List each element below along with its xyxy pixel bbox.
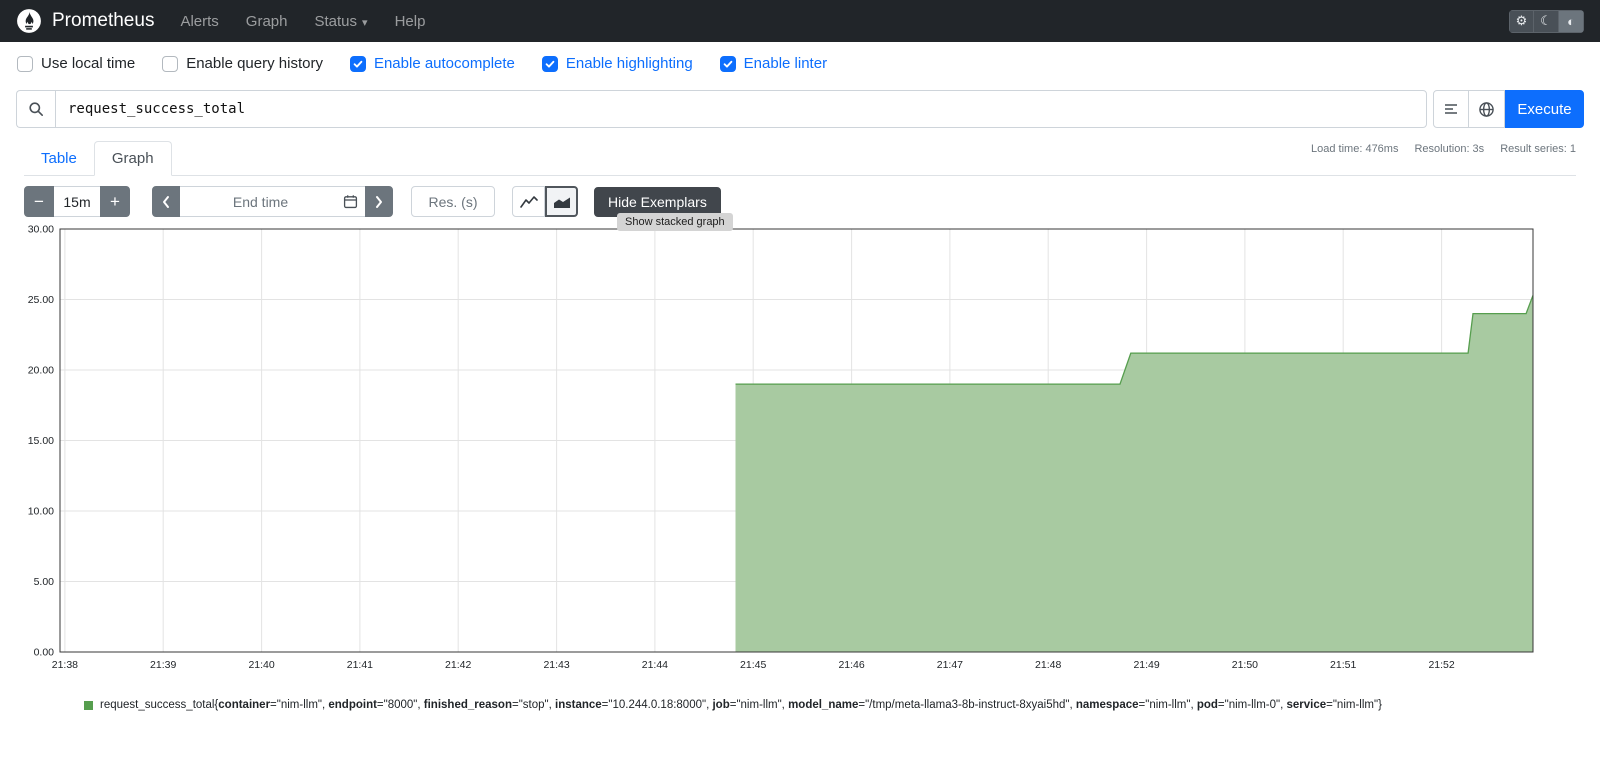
svg-text:21:47: 21:47 bbox=[937, 659, 963, 671]
range-input[interactable]: 15m bbox=[54, 186, 100, 217]
svg-text:30.00: 30.00 bbox=[28, 225, 54, 236]
svg-text:21:44: 21:44 bbox=[642, 659, 668, 671]
checkbox-box bbox=[720, 56, 736, 72]
checkbox-label: Use local time bbox=[41, 55, 135, 72]
checkbox-box bbox=[162, 56, 178, 72]
legend-item[interactable]: request_success_total{container="nim-llm… bbox=[100, 699, 1382, 711]
highlighting-checkbox[interactable]: Enable highlighting bbox=[542, 55, 693, 72]
shift-time-forward-button[interactable] bbox=[365, 186, 393, 217]
svg-text:21:46: 21:46 bbox=[838, 659, 864, 671]
svg-text:21:49: 21:49 bbox=[1133, 659, 1159, 671]
app-title[interactable]: Prometheus bbox=[52, 10, 154, 32]
nav-item-alerts[interactable]: Alerts bbox=[180, 13, 218, 30]
contrast-icon: ◐ bbox=[1567, 14, 1575, 29]
checkbox-label: Enable query history bbox=[186, 55, 323, 72]
linter-checkbox[interactable]: Enable linter bbox=[720, 55, 827, 72]
moon-icon: ☾ bbox=[1540, 13, 1552, 29]
svg-text:10.00: 10.00 bbox=[28, 506, 54, 518]
checkbox-box bbox=[350, 56, 366, 72]
resolution-input[interactable] bbox=[411, 186, 495, 217]
svg-text:5.00: 5.00 bbox=[34, 576, 55, 588]
query-bar: Execute bbox=[16, 90, 1584, 128]
stacked-graph-tooltip: Show stacked graph bbox=[617, 213, 733, 231]
svg-text:21:39: 21:39 bbox=[150, 659, 176, 671]
query-expression-input[interactable] bbox=[55, 90, 1427, 128]
svg-text:21:43: 21:43 bbox=[543, 659, 569, 671]
chevron-left-icon bbox=[161, 195, 171, 209]
time-series-chart[interactable]: 21:38 21:39 21:40 21:41 21:42 21:43 21:44 21:45… bbox=[24, 225, 1576, 685]
line-graph-toggle[interactable] bbox=[512, 186, 545, 217]
check-icon bbox=[722, 58, 734, 70]
line-chart-icon bbox=[520, 195, 538, 209]
svg-text:25.00: 25.00 bbox=[28, 294, 54, 306]
svg-text:21:48: 21:48 bbox=[1035, 659, 1061, 671]
query-buttons: Execute bbox=[1433, 90, 1584, 128]
graph-controls: − 15m + Hide Exemplars Show stacked grap… bbox=[24, 186, 1576, 217]
svg-text:21:45: 21:45 bbox=[740, 659, 766, 671]
load-time: Load time: 476ms bbox=[1311, 143, 1398, 155]
check-icon bbox=[352, 58, 364, 70]
main-nav: Alerts Graph Status ▾ Help bbox=[180, 13, 452, 30]
end-time-wrap bbox=[180, 186, 365, 217]
range-group: − 15m + bbox=[24, 186, 130, 217]
checkbox-label: Enable autocomplete bbox=[374, 55, 515, 72]
svg-text:21:51: 21:51 bbox=[1330, 659, 1356, 671]
use-local-time-checkbox[interactable]: Use local time bbox=[17, 55, 135, 72]
autocomplete-checkbox[interactable]: Enable autocomplete bbox=[350, 55, 515, 72]
svg-text:0.00: 0.00 bbox=[34, 647, 55, 659]
search-addon bbox=[16, 90, 55, 128]
nav-item-help[interactable]: Help bbox=[395, 13, 426, 30]
decrease-range-button[interactable]: − bbox=[24, 186, 54, 217]
auto-theme-button[interactable]: ◐ bbox=[1559, 10, 1584, 33]
settings-button[interactable]: ⚙ bbox=[1509, 10, 1534, 33]
globe-icon bbox=[1478, 101, 1495, 118]
checkbox-box bbox=[17, 56, 33, 72]
hide-exemplars-button[interactable]: Hide Exemplars bbox=[594, 187, 721, 217]
increase-range-button[interactable]: + bbox=[100, 186, 130, 217]
check-icon bbox=[544, 58, 556, 70]
resolution: Resolution: 3s bbox=[1414, 143, 1484, 155]
checkbox-label: Enable linter bbox=[744, 55, 827, 72]
nav-item-graph[interactable]: Graph bbox=[246, 13, 288, 30]
list-options-icon bbox=[1443, 101, 1459, 117]
svg-text:20.00: 20.00 bbox=[28, 365, 54, 377]
query-options-button[interactable] bbox=[1433, 90, 1469, 128]
legend: request_success_total{container="nim-llm… bbox=[84, 699, 1576, 711]
svg-text:21:52: 21:52 bbox=[1428, 659, 1454, 671]
checkbox-label: Enable highlighting bbox=[566, 55, 693, 72]
graph-type-toggle bbox=[512, 186, 578, 217]
end-time-group bbox=[152, 186, 393, 217]
top-navbar: Prometheus Alerts Graph Status ▾ Help ⚙ ☾… bbox=[0, 0, 1600, 42]
tab-table[interactable]: Table bbox=[24, 142, 94, 175]
legend-swatch bbox=[84, 701, 93, 710]
query-history-checkbox[interactable]: Enable query history bbox=[162, 55, 323, 72]
end-time-input[interactable] bbox=[180, 186, 365, 217]
svg-text:21:41: 21:41 bbox=[347, 659, 373, 671]
execute-button[interactable]: Execute bbox=[1505, 90, 1584, 128]
query-stats: Load time: 476ms Resolution: 3s Result s… bbox=[1311, 143, 1576, 155]
svg-text:15.00: 15.00 bbox=[28, 435, 54, 447]
result-tabs: Table Graph Load time: 476ms Resolution:… bbox=[24, 140, 1576, 176]
nav-item-status[interactable]: Status ▾ bbox=[315, 13, 368, 30]
tab-graph[interactable]: Graph bbox=[94, 141, 172, 176]
dark-theme-button[interactable]: ☾ bbox=[1534, 10, 1559, 33]
result-series: Result series: 1 bbox=[1500, 143, 1576, 155]
chevron-right-icon bbox=[374, 195, 384, 209]
search-icon bbox=[28, 101, 44, 117]
svg-text:21:42: 21:42 bbox=[445, 659, 471, 671]
stacked-graph-toggle[interactable] bbox=[545, 186, 578, 217]
gear-icon: ⚙ bbox=[1516, 13, 1528, 29]
metrics-explorer-button[interactable] bbox=[1469, 90, 1505, 128]
caret-down-icon: ▾ bbox=[362, 17, 368, 29]
svg-text:21:50: 21:50 bbox=[1232, 659, 1258, 671]
prometheus-logo-icon[interactable] bbox=[16, 8, 42, 34]
nav-status-label: Status bbox=[315, 13, 358, 30]
theme-switcher: ⚙ ☾ ◐ bbox=[1509, 10, 1584, 33]
svg-text:21:38: 21:38 bbox=[52, 659, 78, 671]
svg-text:21:40: 21:40 bbox=[248, 659, 274, 671]
checkbox-box bbox=[542, 56, 558, 72]
shift-time-back-button[interactable] bbox=[152, 186, 180, 217]
query-options-bar: Use local time Enable query history Enab… bbox=[0, 42, 1600, 84]
stacked-chart-icon bbox=[553, 195, 571, 209]
